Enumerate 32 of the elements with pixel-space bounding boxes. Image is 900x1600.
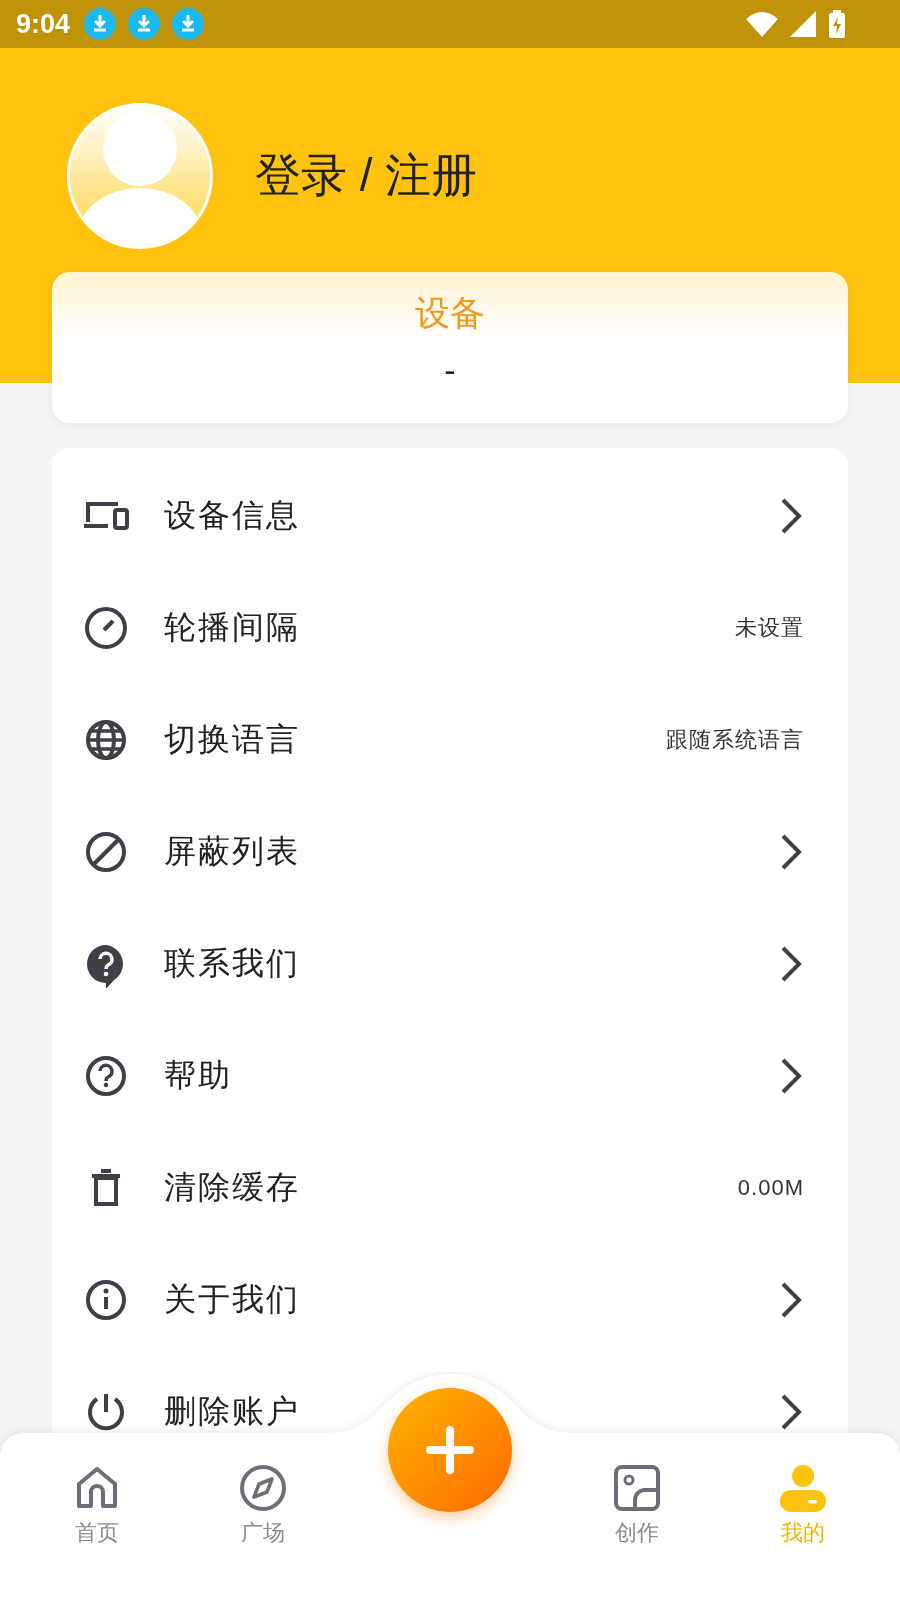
download-icon	[128, 8, 161, 40]
menu-label: 屏蔽列表	[164, 832, 301, 871]
menu-label: 设备信息	[164, 496, 301, 535]
nav-tab[interactable]: 首页	[37, 1464, 157, 1548]
menu-label: 关于我们	[164, 1280, 301, 1319]
image-icon	[613, 1464, 661, 1512]
signal-icon	[790, 11, 816, 37]
nav-tab[interactable]: 我的	[743, 1464, 863, 1548]
nav-tab[interactable]: 创作	[577, 1464, 697, 1548]
avatar-icon[interactable]	[65, 101, 215, 251]
login-register-link[interactable]: 登录 / 注册	[255, 145, 478, 207]
menu-label: 清除缓存	[164, 1168, 301, 1207]
status-time: 9:04	[16, 8, 71, 40]
person-icon	[779, 1464, 827, 1512]
menu-label: 切换语言	[164, 720, 301, 759]
setting-value: 跟随系统语言	[666, 726, 804, 754]
menu-label: 轮播间隔	[164, 608, 301, 647]
menu-label: 删除账户	[164, 1392, 301, 1431]
plus-icon	[426, 1426, 474, 1474]
setting-value: 未设置	[735, 614, 804, 642]
device-title: 设备	[415, 292, 485, 334]
device-value: -	[444, 351, 456, 390]
download-icon	[84, 8, 117, 40]
nav-tab[interactable]: 广场	[203, 1464, 323, 1548]
setting-value: 0.00M	[737, 1175, 804, 1201]
menu-label: 帮助	[164, 1056, 233, 1095]
wifi-icon	[746, 11, 778, 37]
timer-icon	[82, 604, 130, 652]
menu-label: 联系我们	[164, 944, 301, 983]
compass-icon	[239, 1464, 287, 1512]
download-icon	[172, 8, 205, 40]
battery-icon	[828, 10, 846, 38]
